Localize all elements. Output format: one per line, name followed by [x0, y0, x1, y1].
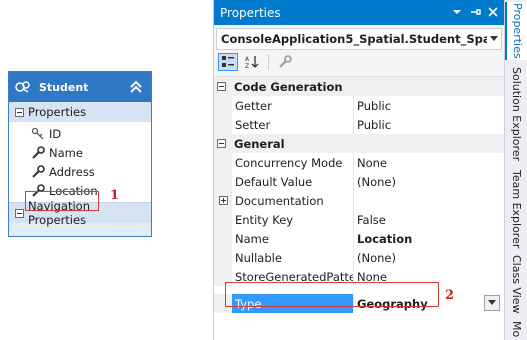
- property-name: Name: [49, 145, 83, 160]
- categorized-view-icon[interactable]: [218, 53, 238, 71]
- side-tab-label: Class View: [510, 254, 523, 314]
- property-name: ID: [49, 126, 62, 141]
- property-value[interactable]: Public: [354, 96, 504, 115]
- side-tab-label: Solution Explorer: [510, 66, 523, 162]
- entity-shape-student[interactable]: Student Properties ID Name Address Locat…: [8, 71, 152, 237]
- close-icon[interactable]: [486, 4, 500, 20]
- property-key: Setter: [232, 115, 354, 134]
- designer-canvas: Student Properties ID Name Address Locat…: [0, 0, 213, 340]
- property-key: Documentation: [232, 191, 354, 210]
- property-value[interactable]: False: [354, 210, 504, 229]
- property-key: Getter: [232, 96, 354, 115]
- properties-toolbar: AZ: [214, 50, 504, 74]
- collapse-minus-icon[interactable]: [15, 107, 24, 117]
- side-tab-class-view[interactable]: Class View: [505, 254, 527, 314]
- side-tab-label: Mo: [510, 320, 523, 338]
- property-value[interactable]: Location: [354, 229, 504, 248]
- property-value[interactable]: (None): [354, 248, 504, 267]
- properties-section-header[interactable]: Properties: [9, 102, 151, 122]
- object-selector[interactable]: ConsoleApplication5_Spatial.Student_Spat…: [216, 28, 502, 50]
- property-row-entity-key[interactable]: Entity Key False: [214, 210, 504, 229]
- callout-highlight-box: [225, 282, 439, 307]
- key-property-icon: [31, 127, 45, 141]
- alphabetical-sort-icon[interactable]: AZ: [242, 53, 262, 71]
- property-row-nullable[interactable]: Nullable (None): [214, 248, 504, 267]
- property-row-documentation[interactable]: Documentation: [214, 191, 504, 210]
- callout-number-1: 1: [110, 188, 120, 203]
- side-tab-team-explorer[interactable]: Team Explorer: [505, 168, 527, 250]
- property-item-address[interactable]: Address: [9, 162, 151, 181]
- side-tab-properties[interactable]: Properties: [505, 2, 527, 60]
- window-title: Properties: [220, 5, 281, 20]
- collapse-minus-icon[interactable]: [216, 139, 226, 148]
- window-menu-dropdown-icon[interactable]: [450, 4, 464, 20]
- collapse-minus-icon[interactable]: [15, 208, 24, 218]
- wrench-property-icon: [31, 164, 45, 179]
- entity-header[interactable]: Student: [9, 72, 151, 102]
- property-key: Name: [232, 229, 354, 248]
- property-key: Entity Key: [232, 210, 354, 229]
- pin-icon[interactable]: [468, 4, 482, 20]
- properties-section-label: Properties: [28, 105, 87, 119]
- side-tab-label: Properties: [511, 3, 524, 59]
- properties-list: ID Name Address Location: [9, 122, 151, 202]
- property-value[interactable]: [354, 191, 504, 210]
- svg-text:Z: Z: [245, 63, 249, 69]
- category-general[interactable]: General: [214, 134, 504, 153]
- window-buttons: [450, 4, 500, 20]
- toolbar-separator: [268, 54, 269, 70]
- property-item-name[interactable]: Name: [9, 143, 151, 162]
- property-row-name[interactable]: Name Location: [214, 229, 504, 248]
- property-row-getter[interactable]: Getter Public: [214, 96, 504, 115]
- property-pages-wrench-icon[interactable]: [275, 53, 295, 71]
- side-tab-solution-explorer[interactable]: Solution Explorer: [505, 64, 527, 164]
- property-value[interactable]: Public: [354, 115, 504, 134]
- property-key: Nullable: [232, 248, 354, 267]
- category-label: General: [234, 136, 285, 151]
- type-dropdown-chevron-down-icon[interactable]: [484, 295, 500, 311]
- callout-highlight-box: [25, 191, 99, 211]
- property-value[interactable]: (None): [354, 172, 504, 191]
- property-key: Default Value: [232, 172, 354, 191]
- category-label: Code Generation: [234, 79, 343, 94]
- properties-window-titlebar[interactable]: Properties: [214, 0, 504, 25]
- chevron-down-icon[interactable]: [487, 29, 501, 49]
- entity-icon: [15, 79, 31, 95]
- property-row-default-value[interactable]: Default Value (None): [214, 172, 504, 191]
- object-selector-value: ConsoleApplication5_Spatial.Student_Spat…: [221, 32, 501, 46]
- property-row-concurrency-mode[interactable]: Concurrency Mode None: [214, 153, 504, 172]
- collapse-minus-icon[interactable]: [216, 82, 226, 91]
- properties-section: Properties ID Name Address Location: [9, 102, 151, 202]
- property-row-setter[interactable]: Setter Public: [214, 115, 504, 134]
- side-tab-label: Team Explorer: [510, 169, 523, 249]
- svg-text:A: A: [245, 56, 250, 63]
- entity-title: Student: [39, 80, 89, 94]
- property-key: Concurrency Mode: [232, 153, 354, 172]
- callout-number-2: 2: [445, 288, 455, 303]
- property-value[interactable]: None: [354, 153, 504, 172]
- property-item-id[interactable]: ID: [9, 124, 151, 143]
- category-code-generation[interactable]: Code Generation: [214, 77, 504, 96]
- side-tab-strip: Properties Solution Explorer Team Explor…: [504, 0, 527, 340]
- property-name: Address: [49, 164, 95, 179]
- side-tab-more[interactable]: Mo: [505, 318, 527, 340]
- wrench-property-icon: [31, 145, 45, 160]
- collapse-chevron-up-icon[interactable]: [127, 78, 145, 96]
- expand-plus-icon[interactable]: [218, 196, 228, 205]
